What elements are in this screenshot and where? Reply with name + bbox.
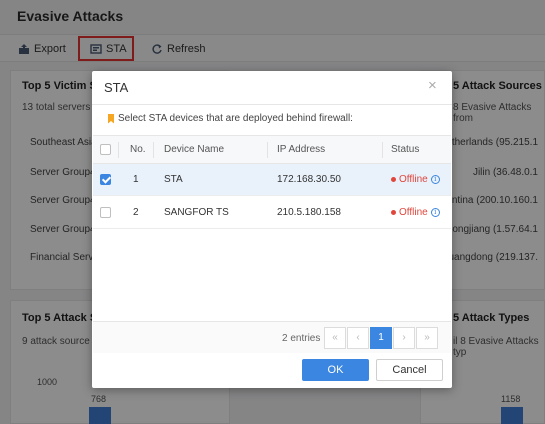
table-row[interactable]: 2 SANGFOR TS 210.5.180.158 Offline i: [93, 197, 451, 229]
column-divider: [267, 142, 268, 158]
bookmark-icon: [108, 113, 114, 124]
row-number: 1: [133, 174, 139, 185]
ip-address: 172.168.30.50: [277, 174, 341, 185]
sta-dialog: STA × Select STA devices that are deploy…: [92, 71, 452, 388]
first-page-button[interactable]: «: [324, 327, 346, 349]
next-page-button[interactable]: ›: [393, 327, 415, 349]
device-name: STA: [164, 174, 183, 185]
device-name: SANGFOR TS: [164, 207, 229, 218]
hint-text: Select STA devices that are deployed beh…: [118, 113, 353, 124]
prev-page-button[interactable]: ‹: [347, 327, 369, 349]
pagination-bar: 2 entries « ‹ 1 › »: [93, 321, 451, 353]
column-divider: [153, 142, 154, 158]
row-checkbox[interactable]: [100, 174, 111, 185]
entries-count: 2 entries: [282, 333, 321, 344]
dialog-hint: Select STA devices that are deployed beh…: [108, 113, 353, 124]
table-row[interactable]: 1 STA 172.168.30.50 Offline i: [93, 164, 451, 196]
status-cell: Offline i: [391, 174, 440, 185]
column-header-status: Status: [391, 144, 420, 155]
select-all-checkbox[interactable]: [100, 144, 111, 155]
offline-dot-icon: [391, 177, 396, 182]
status-text: Offline: [399, 207, 428, 218]
table-header: No. Device Name IP Address Status: [93, 135, 451, 164]
column-divider: [118, 142, 119, 158]
dialog-header: STA ×: [92, 71, 452, 105]
dialog-title: STA: [104, 80, 129, 95]
ip-address: 210.5.180.158: [277, 207, 341, 218]
ok-button[interactable]: OK: [302, 359, 369, 381]
row-number: 2: [133, 207, 139, 218]
column-header-no: No.: [130, 144, 146, 155]
cancel-button[interactable]: Cancel: [376, 359, 443, 381]
column-divider: [382, 142, 383, 158]
row-checkbox[interactable]: [100, 207, 111, 218]
info-icon[interactable]: i: [430, 208, 440, 217]
page-1-button[interactable]: 1: [370, 327, 392, 349]
column-header-device-name: Device Name: [164, 144, 225, 155]
status-cell: Offline i: [391, 207, 440, 218]
column-header-ip-address: IP Address: [277, 144, 326, 155]
close-icon[interactable]: ×: [428, 78, 440, 93]
last-page-button[interactable]: »: [416, 327, 438, 349]
info-icon[interactable]: i: [430, 175, 440, 184]
status-text: Offline: [399, 174, 428, 185]
sta-device-table: No. Device Name IP Address Status 1 STA …: [93, 135, 451, 391]
offline-dot-icon: [391, 210, 396, 215]
